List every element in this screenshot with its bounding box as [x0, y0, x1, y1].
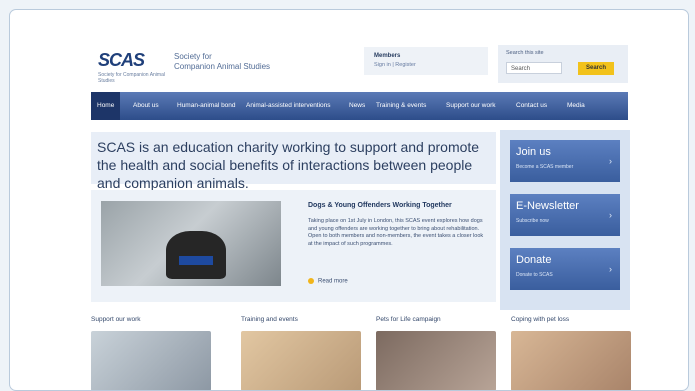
sidebar: Join us Become a SCAS member › E-Newslet…: [500, 130, 630, 310]
logo-subtitle: Society for Companion Animal Studies: [98, 72, 165, 84]
bullet-icon: [308, 278, 314, 284]
column-pets-for-life: Pets for Life campaign: [376, 316, 496, 390]
feature-body: Taking place on 1st July in London, this…: [308, 218, 484, 247]
nav-news[interactable]: News: [349, 92, 365, 120]
dog-shape: [166, 231, 226, 279]
nav-animal-assisted-interventions[interactable]: Animal-assisted interventions: [246, 92, 331, 120]
read-more-link[interactable]: Read more: [308, 278, 348, 285]
column-image[interactable]: [511, 331, 631, 390]
search-label: Search this site: [506, 50, 544, 56]
e-newsletter-sub: Subscribe now: [516, 218, 549, 224]
society-name: Society for Companion Animal Studies: [174, 52, 270, 72]
chevron-right-icon: ›: [609, 264, 612, 274]
column-heading[interactable]: Training and events: [241, 316, 361, 323]
read-more-label: Read more: [318, 278, 348, 285]
search-box: Search this site Search Search: [498, 45, 628, 83]
society-line-1: Society for: [174, 52, 212, 61]
search-input[interactable]: Search: [506, 62, 562, 74]
column-pet-loss: Coping with pet loss: [511, 316, 631, 390]
members-links[interactable]: Sign in | Register: [374, 62, 416, 68]
e-newsletter-box[interactable]: E-Newsletter Subscribe now ›: [510, 194, 620, 236]
join-us-title: Join us: [516, 146, 551, 158]
column-image[interactable]: [376, 331, 496, 390]
society-line-2: Companion Animal Studies: [174, 62, 271, 71]
nav-media[interactable]: Media: [567, 92, 585, 120]
main-nav: Home About us Human-animal bond Animal-a…: [91, 92, 628, 120]
dog-vest: [179, 256, 213, 265]
intro-banner: SCAS is an education charity working to …: [91, 132, 496, 191]
nav-support-our-work[interactable]: Support our work: [446, 92, 496, 120]
donate-box[interactable]: Donate Donate to SCAS ›: [510, 248, 620, 290]
column-support: Support our work: [91, 316, 211, 390]
feature-photo[interactable]: [101, 201, 281, 286]
browser-frame: SCAS Society for Companion Animal Studie…: [9, 9, 689, 391]
chevron-right-icon: ›: [609, 210, 612, 220]
nav-contact-us[interactable]: Contact us: [516, 92, 547, 120]
column-heading[interactable]: Coping with pet loss: [511, 316, 631, 323]
bottom-columns: Support our work Training and events Pet…: [91, 316, 631, 390]
column-heading[interactable]: Pets for Life campaign: [376, 316, 496, 323]
feature-title[interactable]: Dogs & Young Offenders Working Together: [308, 202, 452, 209]
intro-text: SCAS is an education charity working to …: [97, 139, 480, 191]
scas-logo[interactable]: SCAS Society for Companion Animal Studie…: [98, 48, 166, 84]
members-box: Members Sign in | Register: [364, 47, 488, 75]
e-newsletter-title: E-Newsletter: [516, 200, 579, 212]
join-us-box[interactable]: Join us Become a SCAS member ›: [510, 140, 620, 182]
nav-training-events[interactable]: Training & events: [376, 92, 426, 120]
nav-about-us[interactable]: About us: [133, 92, 159, 120]
members-title: Members: [374, 53, 401, 59]
donate-title: Donate: [516, 254, 552, 266]
chevron-right-icon: ›: [609, 156, 612, 166]
column-training: Training and events: [241, 316, 361, 390]
logo-text: SCAS: [98, 50, 145, 70]
search-button[interactable]: Search: [578, 62, 614, 75]
nav-human-animal-bond[interactable]: Human-animal bond: [177, 92, 236, 120]
column-heading[interactable]: Support our work: [91, 316, 211, 323]
join-us-sub: Become a SCAS member: [516, 164, 574, 170]
nav-home[interactable]: Home: [91, 92, 121, 120]
column-image[interactable]: [241, 331, 361, 390]
donate-sub: Donate to SCAS: [516, 272, 553, 278]
feature-panel: Dogs & Young Offenders Working Together …: [91, 190, 496, 302]
column-image[interactable]: [91, 331, 211, 390]
